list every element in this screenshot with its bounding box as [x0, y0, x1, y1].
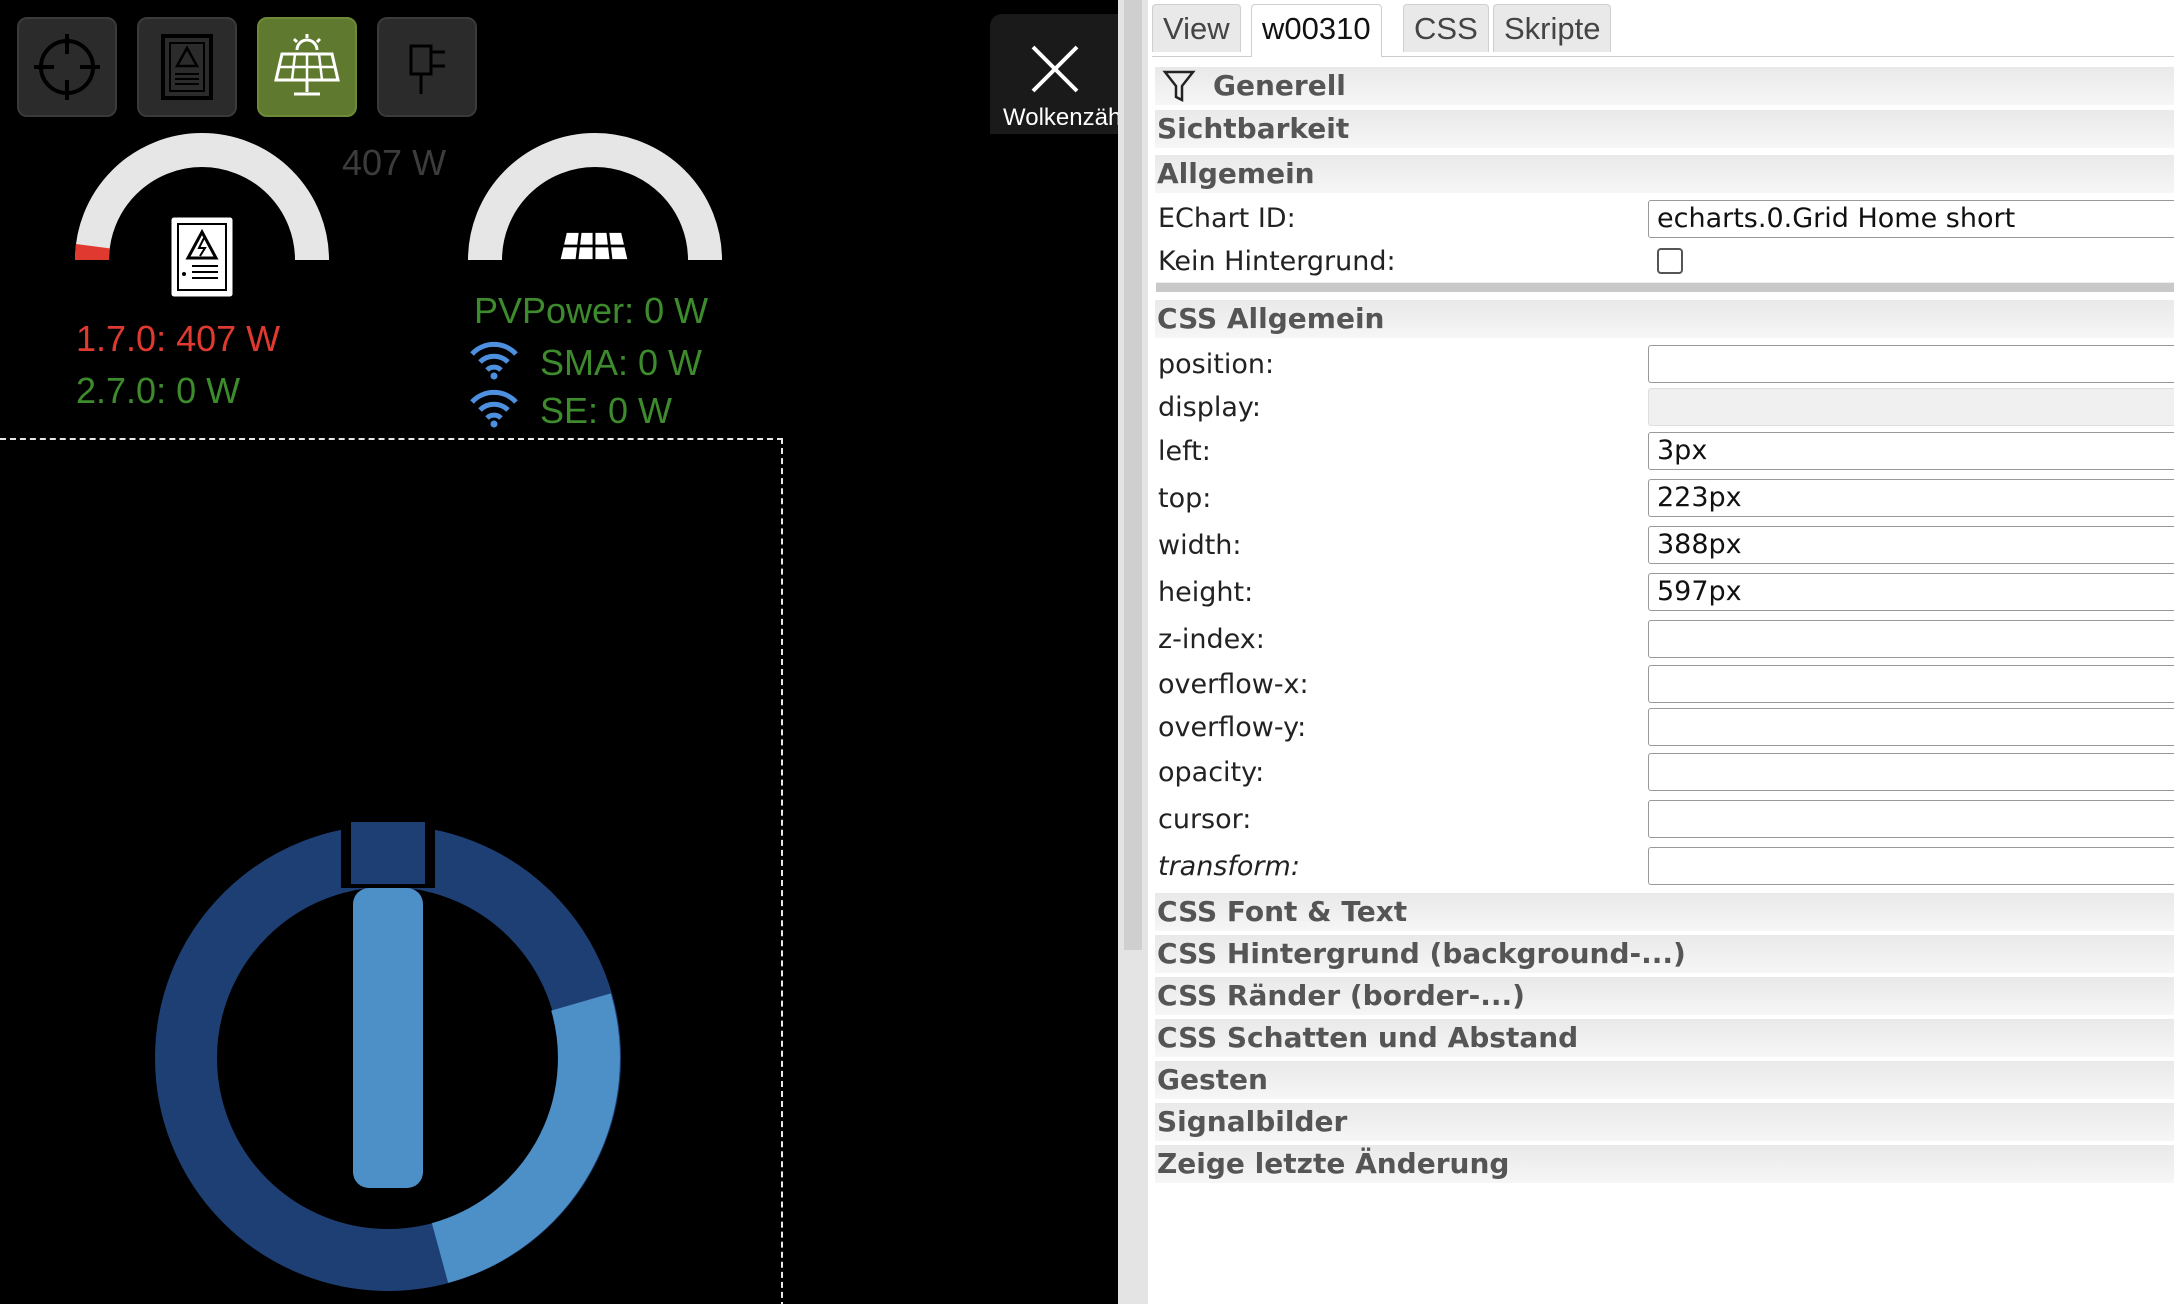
css-overflow-x-label: overflow-x: [1158, 669, 1309, 700]
wifi-icon [470, 341, 518, 380]
vis-canvas: 407 W Wolkenzäh 1.7.0: 407 W 2.7.0: 0 W [0, 0, 1118, 1304]
selected-widget-frame[interactable] [0, 438, 783, 1304]
crosshair-icon [34, 34, 100, 100]
section-generell[interactable]: Generell [1155, 67, 2174, 105]
css-position-label: position: [1158, 349, 1275, 380]
nav-button-crosshair[interactable] [17, 17, 117, 117]
css-display-label: display: [1158, 392, 1262, 423]
css-height-field[interactable]: 597px [1648, 573, 2174, 611]
grid-import-label: 1.7.0: 407 W [76, 318, 281, 359]
electric-cabinet-icon [168, 214, 236, 300]
section-generell-label: Generell [1213, 69, 1346, 102]
tab-view[interactable]: View [1152, 4, 1241, 52]
ring-light-segment [431, 993, 620, 1283]
echart-id-label: EChart ID: [1158, 203, 1296, 234]
css-transform-label: transform: [1158, 851, 1300, 882]
css-z-index-field[interactable] [1648, 620, 2174, 658]
tab-css[interactable]: CSS [1403, 4, 1489, 52]
css-cursor-field[interactable] [1648, 800, 2174, 838]
power-ring-chart [155, 818, 621, 1291]
css-left-label: left: [1158, 436, 1211, 467]
tab-bar: View w00310 CSS Skripte [1152, 0, 2174, 57]
css-left-field[interactable]: 3px [1648, 432, 2174, 470]
section-signalbilder[interactable]: Signalbilder [1155, 1103, 2174, 1141]
css-opacity-field[interactable] [1648, 753, 2174, 791]
power-bar [353, 888, 423, 1188]
close-label: Wolkenzäh [1003, 104, 1118, 131]
css-overflow-x-field[interactable] [1648, 665, 2174, 703]
solar-panel-icon [274, 34, 340, 96]
tab-widget[interactable]: w00310 [1251, 4, 1382, 57]
inspector-panel: View w00310 CSS Skripte Generell Sichtba… [1148, 0, 2174, 1304]
wifi-icon [470, 389, 518, 428]
se-label: SE: 0 W [540, 390, 673, 431]
nav-button-solar[interactable] [257, 17, 357, 117]
section-css-raender[interactable]: CSS Ränder (border-...) [1155, 977, 2174, 1015]
section-sichtbarkeit[interactable]: Sichtbarkeit [1155, 110, 2174, 148]
tab-skripte[interactable]: Skripte [1493, 4, 1612, 52]
sma-label: SMA: 0 W [540, 342, 703, 383]
css-width-field[interactable]: 388px [1648, 526, 2174, 564]
ring-top-block [351, 822, 425, 884]
css-overflow-y-field[interactable] [1648, 708, 2174, 746]
css-top-label: top: [1158, 483, 1212, 514]
echart-id-field[interactable]: echarts.0.Grid Home short [1648, 200, 2174, 238]
electric-cabinet-icon [161, 34, 213, 100]
section-separator [1156, 282, 2174, 292]
grid-gauge-fill [75, 244, 110, 261]
css-position-field[interactable] [1648, 345, 2174, 383]
section-css-schatten[interactable]: CSS Schatten und Abstand [1155, 1019, 2174, 1057]
total-power-label: 407 W [342, 142, 447, 183]
filter-icon[interactable] [1161, 67, 1197, 103]
section-css-font[interactable]: CSS Font & Text [1155, 893, 2174, 931]
panel-divider[interactable] [1118, 0, 1148, 1304]
kein-hintergrund-checkbox[interactable] [1657, 248, 1683, 274]
close-icon [1031, 45, 1079, 93]
section-gesten[interactable]: Gesten [1155, 1061, 2174, 1099]
nav-button-plug[interactable] [377, 17, 477, 117]
css-transform-field[interactable] [1648, 847, 2174, 885]
css-z-index-label: z-index: [1158, 624, 1265, 655]
grid-export-label: 2.7.0: 0 W [76, 370, 241, 411]
css-height-label: height: [1158, 577, 1254, 608]
css-opacity-label: opacity: [1158, 757, 1265, 788]
kein-hintergrund-label: Kein Hintergrund: [1158, 246, 1396, 277]
pv-power-label: PVPower: 0 W [474, 290, 709, 331]
css-display-field[interactable] [1648, 388, 2174, 426]
section-allgemein[interactable]: Allgemein [1155, 155, 2174, 193]
section-css-allgemein[interactable]: CSS Allgemein [1155, 300, 2174, 338]
css-cursor-label: cursor: [1158, 804, 1252, 835]
nav-button-grid[interactable] [137, 17, 237, 117]
css-width-label: width: [1158, 530, 1242, 561]
css-top-field[interactable]: 223px [1648, 479, 2174, 517]
section-letzte-aenderung[interactable]: Zeige letzte Änderung [1155, 1145, 2174, 1183]
solar-panel-icon [556, 208, 632, 279]
section-css-hintergrund[interactable]: CSS Hintergrund (background-...) [1155, 935, 2174, 973]
css-overflow-y-label: overflow-y: [1158, 712, 1307, 743]
plug-icon [409, 44, 445, 94]
